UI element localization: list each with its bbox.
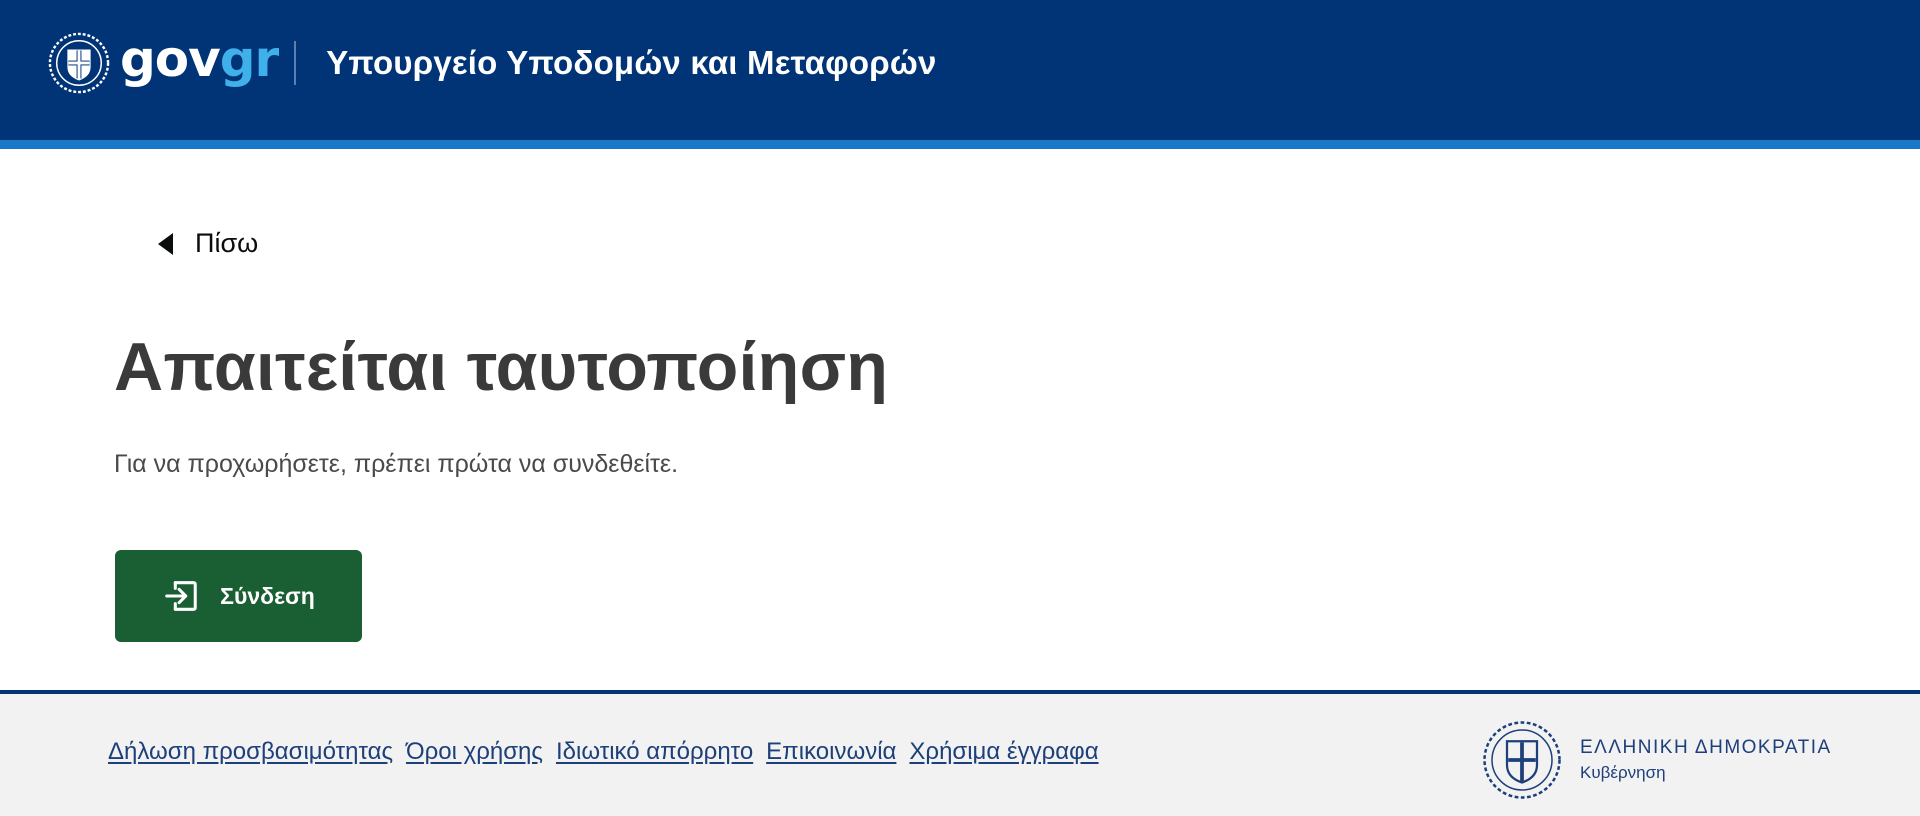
triangle-left-icon bbox=[158, 232, 173, 255]
header-stripe bbox=[0, 140, 1920, 149]
footer-brand-title: ΕΛΛΗΝΙΚΗ ΔΗΜΟΚΡΑΤΙΑ bbox=[1580, 737, 1832, 758]
page-title: Απαιτείται ταυτοποίηση bbox=[114, 329, 889, 405]
logo-gov-text: gov bbox=[120, 30, 221, 88]
header-divider bbox=[294, 41, 297, 85]
logo-gr-text: gr bbox=[219, 30, 279, 88]
footer-link-accessibility[interactable]: Δήλωση προσβασιμότητας bbox=[108, 738, 393, 766]
footer-brand[interactable]: ΕΛΛΗΝΙΚΗ ΔΗΜΟΚΡΑΤΙΑ Κυβέρνηση bbox=[1482, 720, 1832, 800]
footer-link-terms[interactable]: Όροι χρήσης bbox=[406, 738, 543, 766]
footer-links: Δήλωση προσβασιμότητας Όροι χρήσης Ιδιωτ… bbox=[108, 738, 1099, 766]
login-button-label: Σύνδεση bbox=[220, 582, 315, 609]
footer-link-privacy[interactable]: Ιδιωτικό απόρρητο bbox=[556, 738, 753, 766]
back-link-label: Πίσω bbox=[195, 228, 259, 258]
govgr-logo[interactable]: gov gr bbox=[120, 30, 279, 88]
footer-brand-text: ΕΛΛΗΝΙΚΗ ΔΗΜΟΚΡΑΤΙΑ Κυβέρνηση bbox=[1580, 737, 1832, 783]
footer-brand-subtitle: Κυβέρνηση bbox=[1580, 763, 1666, 782]
site-header: gov gr Υπουργείο Υποδομών και Μεταφορών bbox=[0, 0, 1920, 142]
footer-link-documents[interactable]: Χρήσιμα έγγραφα bbox=[909, 738, 1098, 766]
greek-coat-of-arms-icon bbox=[1483, 721, 1561, 799]
header-brand: gov gr Υπουργείο Υποδομών και Μεταφορών bbox=[48, 30, 937, 96]
footer-link-contact[interactable]: Επικοινωνία bbox=[766, 738, 896, 766]
greek-coat-of-arms-icon bbox=[48, 32, 110, 94]
ministry-title: Υπουργείο Υποδομών και Μεταφορών bbox=[326, 44, 937, 81]
back-link[interactable]: Πίσω bbox=[158, 228, 258, 259]
site-footer: Δήλωση προσβασιμότητας Όροι χρήσης Ιδιωτ… bbox=[0, 690, 1920, 816]
login-button[interactable]: Σύνδεση bbox=[115, 550, 362, 642]
lead-text: Για να προχωρήσετε, πρέπει πρώτα να συνδ… bbox=[114, 450, 679, 478]
login-arrow-icon bbox=[165, 581, 197, 611]
